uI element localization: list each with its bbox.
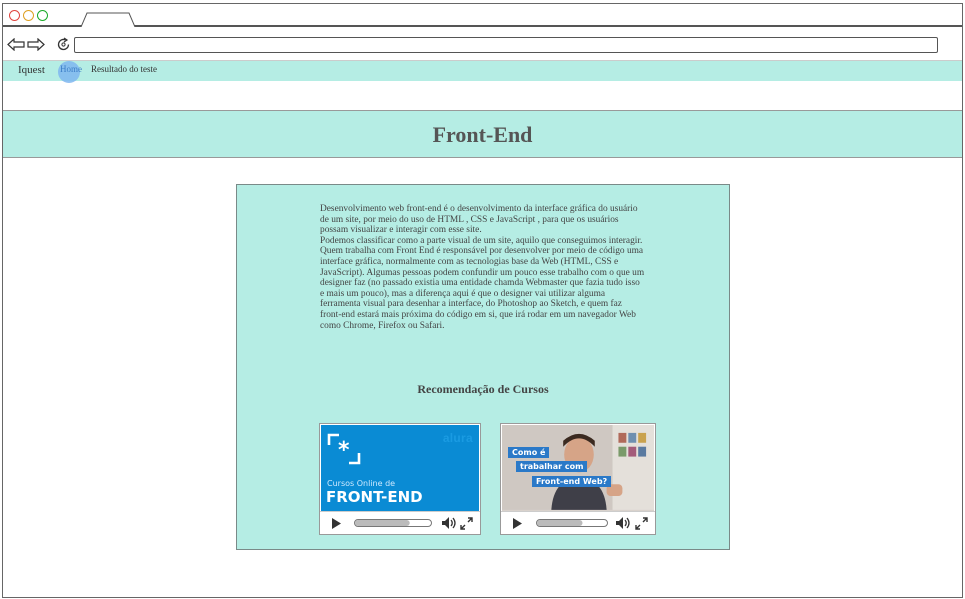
site-brand[interactable]: Iquest [18,64,45,76]
bracket-asterisk-icon: * [327,433,361,465]
svg-text:*: * [338,438,350,463]
nav-link-resultado[interactable]: Resultado do teste [91,64,157,74]
page-title: Front-End [432,122,533,147]
video-thumbnail-2[interactable]: Como é trabalhar com Front-end Web? [502,425,654,511]
video-2-progress-bar[interactable] [536,519,608,527]
play-icon[interactable] [513,518,522,529]
close-window-button[interactable] [9,10,20,21]
nav-link-home[interactable]: Home [60,64,82,74]
video-1-subtitle: Cursos Online de [327,479,396,488]
video-player-2[interactable]: Como é trabalhar com Front-end Web? [500,423,656,535]
volume-icon[interactable] [615,516,631,530]
fullscreen-icon[interactable] [460,517,473,530]
volume-icon[interactable] [441,516,457,530]
video-2-controls [501,511,655,534]
top-navigation: Iquest Home Resultado do teste [3,60,962,83]
description-text: Desenvolvimento web front-end é o desenv… [320,204,645,331]
video-1-progress-bar[interactable] [354,519,432,527]
url-input[interactable] [74,37,938,53]
video-2-caption-3: Front-end Web? [532,476,612,487]
description-paragraph-2: Podemos classificar como a parte visual … [320,235,645,331]
page-header: Front-End [3,110,962,158]
video-thumbnail-1[interactable]: * alura Cursos Online de FRONT-END [321,425,479,511]
video-2-caption-1: Como é [508,447,550,458]
address-bar [3,29,962,59]
forward-arrow-icon[interactable] [27,38,45,51]
video-2-caption-2: trabalhar com [516,461,588,472]
title-bar [3,4,962,27]
reload-icon[interactable] [56,37,71,52]
browser-tab[interactable] [81,12,135,27]
description-paragraph-1: Desenvolvimento web front-end é o desenv… [320,204,638,236]
browser-window: Iquest Home Resultado do teste Front-End… [2,3,963,598]
video-1-title: FRONT-END [326,488,423,506]
maximize-window-button[interactable] [37,10,48,21]
recommendation-heading: Recomendação de Cursos [417,382,549,396]
video-1-progress-fill [355,520,410,526]
fullscreen-icon[interactable] [635,517,648,530]
content-panel: Desenvolvimento web front-end é o desenv… [236,184,730,550]
play-icon[interactable] [332,518,341,529]
alura-watermark: alura [442,431,473,445]
video-2-progress-fill [537,520,583,526]
video-1-controls [320,511,480,534]
minimize-window-button[interactable] [23,10,34,21]
video-player-1[interactable]: * alura Cursos Online de FRONT-END [319,423,481,535]
back-arrow-icon[interactable] [7,38,25,51]
